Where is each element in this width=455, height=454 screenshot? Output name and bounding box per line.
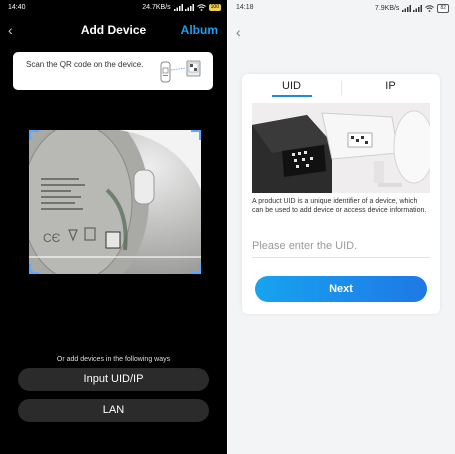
scan-hint-text: Scan the QR code on the device.: [26, 60, 144, 69]
uid-form-card: UID IP A product UID is a unique identif…: [242, 74, 440, 314]
active-tab-indicator: [272, 95, 312, 97]
next-button[interactable]: Next: [255, 276, 427, 302]
uid-entry-screen: 14:18 7.9KB/s 82 ‹ UID IP A product UID …: [228, 0, 455, 454]
tab-uid[interactable]: UID: [242, 80, 341, 92]
uid-input[interactable]: [252, 234, 430, 258]
tab-bar: UID IP: [242, 80, 440, 98]
alt-methods-caption: Or add devices in the following ways: [56, 356, 171, 363]
camera-viewfinder: CЄ: [29, 130, 201, 274]
album-button[interactable]: Album: [181, 23, 218, 37]
signal-icon: [173, 4, 194, 11]
scan-screen: 14:40 24.7KB/s 100 ‹ Add Device Album Sc…: [0, 0, 227, 454]
viewfinder-corner: [191, 130, 201, 140]
net-speed: 7.9KB/s: [374, 5, 400, 12]
uid-label-photo: [252, 103, 430, 193]
header: ‹ Add Device Album: [0, 22, 227, 40]
input-uid-ip-button[interactable]: Input UID/IP: [18, 368, 209, 391]
viewfinder-corner: [29, 130, 39, 140]
status-time: 14:40: [8, 4, 26, 11]
viewfinder-corner: [29, 264, 39, 274]
uid-description: A product UID is a unique identifier of …: [252, 198, 427, 214]
camera-uid-label-image: [252, 103, 430, 193]
camera-to-phone-illustration-icon: [160, 60, 201, 83]
tab-ip[interactable]: IP: [341, 80, 440, 92]
status-indicators: 24.7KB/s 100: [142, 4, 221, 11]
wifi-icon: [196, 4, 206, 11]
wifi-icon: [425, 5, 435, 12]
lan-button[interactable]: LAN: [18, 399, 209, 422]
scan-hint-card: Scan the QR code on the device.: [13, 52, 213, 90]
battery-icon: 100: [208, 4, 221, 11]
camera-feed-image: CЄ: [29, 130, 201, 274]
battery-icon: 82: [437, 4, 449, 13]
status-bar: 14:40 24.7KB/s 100: [0, 4, 227, 14]
signal-icon: [402, 5, 423, 12]
svg-text:CЄ: CЄ: [43, 231, 61, 245]
status-indicators: 7.9KB/s 82: [375, 4, 449, 13]
status-bar: 14:18 7.9KB/s 82: [228, 4, 455, 14]
status-time: 14:18: [236, 4, 254, 11]
viewfinder-corner: [191, 264, 201, 274]
net-speed: 24.7KB/s: [142, 4, 171, 11]
back-icon[interactable]: ‹: [236, 24, 241, 40]
